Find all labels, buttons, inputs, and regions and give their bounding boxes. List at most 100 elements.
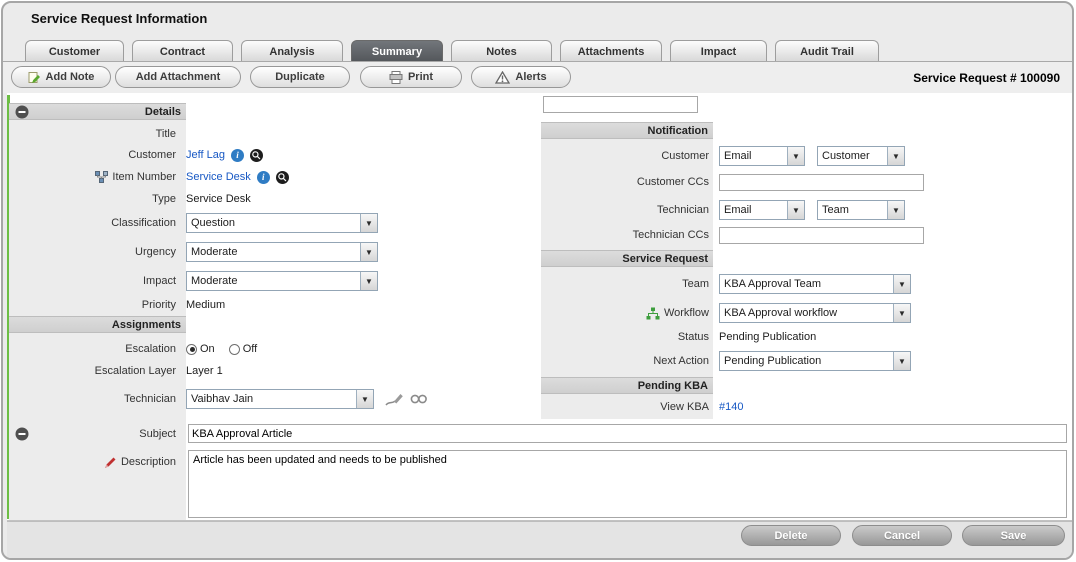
duplicate-label: Duplicate bbox=[275, 71, 325, 83]
save-button[interactable]: Save bbox=[962, 525, 1065, 546]
subject-input[interactable] bbox=[188, 424, 1067, 443]
tab-attachments[interactable]: Attachments bbox=[560, 40, 662, 62]
description-row: Description bbox=[9, 452, 180, 472]
workflow-value: KBA Approval workflow bbox=[720, 307, 893, 319]
tab-customer[interactable]: Customer bbox=[25, 40, 124, 62]
technician-notify-method-select[interactable]: Email ▼ bbox=[719, 200, 805, 220]
urgency-value: Moderate bbox=[187, 246, 360, 258]
team-row: Team KBA Approval Team ▼ bbox=[541, 274, 911, 294]
tab-impact[interactable]: Impact bbox=[670, 40, 767, 62]
request-number: Service Request # 100090 bbox=[913, 71, 1060, 85]
customer-ccs-label: Customer CCs bbox=[541, 176, 713, 188]
classification-select[interactable]: Question ▼ bbox=[186, 213, 378, 233]
chevron-down-icon: ▼ bbox=[356, 390, 373, 408]
technician-ccs-input[interactable] bbox=[719, 227, 924, 244]
technician-row: Technician Vaibhav Jain ▼ bbox=[9, 389, 428, 409]
printer-icon bbox=[389, 71, 403, 84]
chevron-down-icon: ▼ bbox=[360, 243, 377, 261]
technician-label: Technician bbox=[9, 393, 180, 405]
add-attachment-button[interactable]: Add Attachment bbox=[115, 66, 241, 88]
collapse-details-icon[interactable] bbox=[15, 105, 29, 124]
print-button[interactable]: Print bbox=[360, 66, 462, 88]
title-row: Title bbox=[9, 124, 180, 144]
alerts-button[interactable]: Alerts bbox=[471, 66, 571, 88]
technician-ccs-label: Technician CCs bbox=[541, 229, 713, 241]
title-label: Title bbox=[9, 128, 180, 140]
customer-notify-method-select[interactable]: Email ▼ bbox=[719, 146, 805, 166]
notification-customer-label: Customer bbox=[541, 150, 713, 162]
type-value: Service Desk bbox=[186, 193, 251, 205]
customer-link[interactable]: Jeff Lag bbox=[186, 149, 225, 161]
technician-select[interactable]: Vaibhav Jain ▼ bbox=[186, 389, 374, 409]
tab-contract[interactable]: Contract bbox=[132, 40, 233, 62]
item-number-label-text: Item Number bbox=[112, 171, 176, 183]
edit-pencil-icon[interactable] bbox=[104, 456, 117, 469]
tab-analysis[interactable]: Analysis bbox=[241, 40, 343, 62]
add-note-button[interactable]: Add Note bbox=[11, 66, 111, 88]
chevron-down-icon: ▼ bbox=[787, 201, 804, 219]
technician-recipient-value: Team bbox=[818, 204, 887, 216]
item-number-link[interactable]: Service Desk bbox=[186, 171, 251, 183]
item-search-icon[interactable] bbox=[276, 171, 289, 184]
footer-bar: Delete Cancel Save bbox=[7, 521, 1073, 559]
customer-search-icon[interactable] bbox=[250, 149, 263, 162]
tab-audit-trail[interactable]: Audit Trail bbox=[775, 40, 879, 62]
status-row: Status Pending Publication bbox=[541, 327, 816, 347]
chevron-down-icon: ▼ bbox=[360, 214, 377, 232]
description-textarea[interactable]: Article has been updated and needs to be… bbox=[188, 450, 1067, 518]
service-request-section-header: Service Request bbox=[541, 250, 713, 267]
chevron-down-icon: ▼ bbox=[893, 352, 910, 370]
escalation-layer-row: Escalation Layer Layer 1 bbox=[9, 361, 223, 381]
chevron-down-icon: ▼ bbox=[893, 275, 910, 293]
impact-value: Moderate bbox=[187, 275, 360, 287]
view-kba-link[interactable]: #140 bbox=[719, 401, 743, 413]
view-kba-row: View KBA #140 bbox=[541, 397, 743, 417]
tab-notes[interactable]: Notes bbox=[451, 40, 552, 62]
impact-select[interactable]: Moderate ▼ bbox=[186, 271, 378, 291]
details-section-header: Details bbox=[9, 103, 186, 120]
notification-technician-label: Technician bbox=[541, 204, 713, 216]
reassign-technician-icon[interactable] bbox=[384, 392, 404, 407]
technician-recipient-select[interactable]: Team ▼ bbox=[817, 200, 905, 220]
notification-customer-row: Customer Email ▼ Customer ▼ bbox=[541, 146, 905, 166]
team-select[interactable]: KBA Approval Team ▼ bbox=[719, 274, 911, 294]
urgency-row: Urgency Moderate ▼ bbox=[9, 242, 378, 262]
next-action-value: Pending Publication bbox=[720, 355, 893, 367]
type-label: Type bbox=[9, 193, 180, 205]
workflow-label-text: Workflow bbox=[664, 307, 709, 319]
unlabeled-input[interactable] bbox=[543, 96, 698, 113]
urgency-select[interactable]: Moderate ▼ bbox=[186, 242, 378, 262]
escalation-layer-label: Escalation Layer bbox=[9, 365, 180, 377]
type-row: Type Service Desk bbox=[9, 189, 251, 209]
urgency-label: Urgency bbox=[9, 246, 180, 258]
customer-recipient-value: Customer bbox=[818, 150, 887, 162]
item-icon bbox=[95, 171, 108, 183]
workflow-select[interactable]: KBA Approval workflow ▼ bbox=[719, 303, 911, 323]
technician-value: Vaibhav Jain bbox=[187, 393, 356, 405]
tab-summary[interactable]: Summary bbox=[351, 40, 443, 62]
chevron-down-icon: ▼ bbox=[360, 272, 377, 290]
status-value: Pending Publication bbox=[719, 331, 816, 343]
escalation-off-radio[interactable] bbox=[229, 344, 240, 355]
item-number-label: Item Number bbox=[9, 171, 180, 183]
page-title: Service Request Information bbox=[31, 11, 207, 26]
chevron-down-icon: ▼ bbox=[887, 201, 904, 219]
workflow-sitemap-icon bbox=[646, 307, 660, 320]
escalation-on-radio[interactable] bbox=[186, 344, 197, 355]
cancel-button[interactable]: Cancel bbox=[852, 525, 952, 546]
workflow-row: Workflow KBA Approval workflow ▼ bbox=[541, 303, 911, 323]
subject-row: Subject bbox=[9, 424, 180, 444]
item-info-icon[interactable]: i bbox=[257, 171, 270, 184]
delete-button[interactable]: Delete bbox=[741, 525, 841, 546]
escalation-layer-value: Layer 1 bbox=[186, 365, 223, 377]
customer-recipient-select[interactable]: Customer ▼ bbox=[817, 146, 905, 166]
next-action-select[interactable]: Pending Publication ▼ bbox=[719, 351, 911, 371]
service-request-window: Service Request Information Customer Con… bbox=[1, 1, 1074, 560]
right-label-column bbox=[541, 122, 713, 419]
description-label: Description bbox=[9, 456, 180, 469]
priority-label: Priority bbox=[9, 299, 180, 311]
customer-info-icon[interactable]: i bbox=[231, 149, 244, 162]
customer-ccs-input[interactable] bbox=[719, 174, 924, 191]
escalate-links-icon[interactable] bbox=[410, 392, 428, 406]
duplicate-button[interactable]: Duplicate bbox=[250, 66, 350, 88]
